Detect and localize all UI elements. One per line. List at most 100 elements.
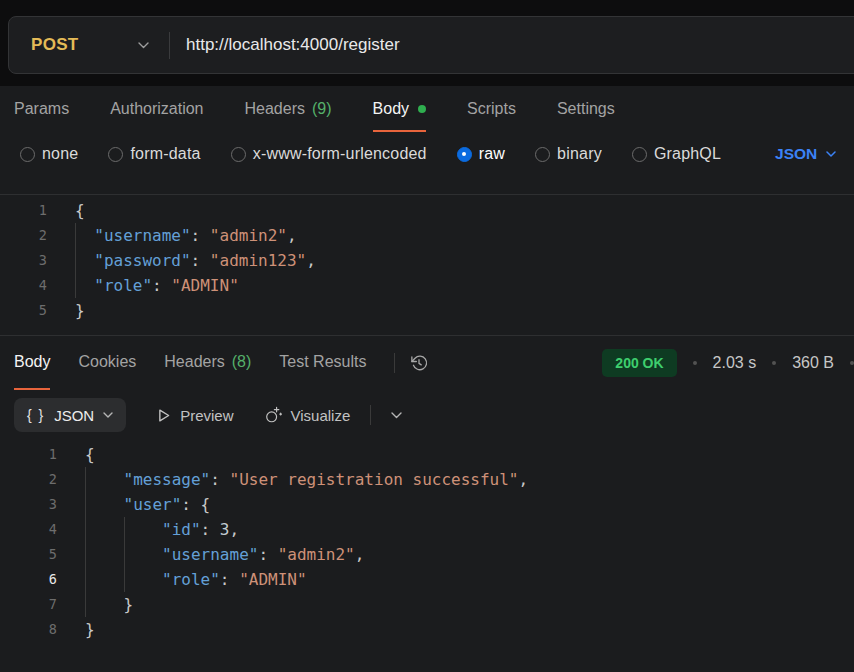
tab-headers[interactable]: Headers(9): [245, 86, 332, 132]
tab-label: Test Results: [279, 353, 366, 371]
code-line: 6"role": "ADMIN": [0, 567, 854, 592]
code-text: }: [57, 592, 133, 617]
toolbar-separator: [370, 405, 371, 425]
indent-guide: [75, 248, 94, 273]
body-mode-graphql[interactable]: GraphQL: [632, 145, 721, 163]
unsaved-dot: [418, 105, 426, 113]
body-mode-options: none form-data x-www-form-urlencoded raw bin…: [0, 132, 854, 176]
play-icon: [156, 408, 171, 423]
url-input[interactable]: [170, 35, 854, 55]
body-mode-label: x-www-form-urlencoded: [253, 145, 427, 163]
tab-cookies[interactable]: Cookies: [78, 336, 136, 390]
radio-icon: [108, 147, 123, 162]
response-time[interactable]: 2.03 s: [713, 354, 757, 372]
indent-guide: [75, 273, 94, 298]
chevron-down-icon: [826, 151, 836, 157]
response-size[interactable]: 360 B: [792, 354, 834, 372]
tab-label: Params: [14, 100, 69, 118]
line-number: 6: [0, 567, 57, 592]
history-icon[interactable]: [410, 354, 428, 372]
status-badge[interactable]: 200 OK: [602, 349, 676, 377]
meta-separator-dot: [850, 361, 854, 365]
body-mode-x-www-form-urlencoded[interactable]: x-www-form-urlencoded: [231, 145, 427, 163]
tab-body[interactable]: Body: [373, 86, 426, 132]
response-view-chevron[interactable]: [391, 412, 402, 419]
code-line: 1{: [0, 198, 854, 223]
code-line: 2"message": "User registration successfu…: [0, 467, 854, 492]
line-number: 3: [0, 492, 57, 517]
visualize-button[interactable]: Visualize: [264, 406, 351, 424]
tab-authorization[interactable]: Authorization: [110, 86, 203, 132]
code-line: 5}: [0, 298, 854, 323]
tab-count: (9): [312, 100, 332, 118]
radio-selected-icon: [457, 147, 472, 162]
tab-label: Authorization: [110, 100, 203, 118]
request-body-editor[interactable]: 1{2"username": "admin2",3"password": "ad…: [0, 195, 854, 335]
body-mode-label: form-data: [130, 145, 200, 163]
tab-label: Cookies: [78, 353, 136, 371]
raw-language-select[interactable]: JSON: [775, 145, 836, 163]
body-mode-form-data[interactable]: form-data: [108, 145, 200, 163]
line-number: 5: [0, 542, 57, 567]
tab-headers[interactable]: Headers (8): [164, 336, 251, 390]
tab-body[interactable]: Body: [14, 336, 50, 390]
indent-guide: [124, 517, 163, 542]
response-format-label: JSON: [54, 407, 94, 424]
body-mode-binary[interactable]: binary: [535, 145, 602, 163]
code-text: {: [47, 198, 85, 223]
code-text: "user": {: [57, 492, 210, 517]
tab-test-results[interactable]: Test Results: [279, 336, 366, 390]
code-text: "username": "admin2",: [47, 223, 297, 248]
indent-guide: [85, 542, 124, 567]
line-number: 3: [0, 248, 47, 273]
code-line: 4"role": "ADMIN": [0, 273, 854, 298]
response-meta: 200 OK 2.03 s 360 B: [602, 336, 854, 390]
line-number: 8: [0, 617, 57, 642]
tab-count: (8): [232, 353, 252, 371]
code-line: 3"password": "admin123",: [0, 248, 854, 273]
code-text: }: [57, 617, 95, 642]
meta-separator-dot: [693, 361, 697, 365]
tab-scripts[interactable]: Scripts: [467, 86, 516, 132]
method-label: POST: [31, 35, 79, 55]
method-selector[interactable]: POST: [9, 35, 169, 55]
body-mode-label: GraphQL: [654, 145, 721, 163]
line-number: 2: [0, 223, 47, 248]
body-mode-none[interactable]: none: [20, 145, 78, 163]
indent-guide: [85, 492, 124, 517]
code-line: 4"id": 3,: [0, 517, 854, 542]
code-text: {: [57, 442, 95, 467]
indent-guide: [85, 517, 124, 542]
radio-icon: [20, 147, 35, 162]
tab-label: Body: [373, 100, 409, 118]
indent-guide: [124, 567, 163, 592]
tab-label: Settings: [557, 100, 615, 118]
braces-icon: { }: [27, 407, 45, 423]
line-number: 4: [0, 517, 57, 542]
tab-settings[interactable]: Settings: [557, 86, 615, 132]
preview-button[interactable]: Preview: [156, 407, 233, 424]
response-body-editor[interactable]: 1{2"message": "User registration success…: [0, 440, 854, 642]
tab-label: Body: [14, 353, 50, 371]
url-bar: POST: [8, 16, 854, 74]
app-root: POST ParamsAuthorizationHeaders(9)BodySc…: [0, 0, 854, 642]
radio-icon: [632, 147, 647, 162]
raw-language-label: JSON: [775, 145, 817, 163]
code-text: "role": "ADMIN": [57, 567, 307, 592]
line-number: 1: [0, 198, 47, 223]
response-tabs-row: Body Cookies Headers (8) Test Results 200 OK…: [0, 336, 854, 390]
chevron-down-icon: [103, 412, 113, 418]
indent-guide: [85, 592, 124, 617]
tab-label: Headers: [164, 353, 224, 371]
preview-label: Preview: [180, 407, 233, 424]
indent-guide: [75, 223, 94, 248]
request-tabs: Params Authorization Headers(9) Body Scripts…: [0, 86, 854, 132]
tab-label: Scripts: [467, 100, 516, 118]
code-line: 8}: [0, 617, 854, 642]
tab-params[interactable]: Params: [14, 86, 69, 132]
code-text: "password": "admin123",: [47, 248, 316, 273]
body-mode-raw[interactable]: raw: [457, 145, 505, 163]
response-format-select[interactable]: { } JSON: [14, 398, 126, 432]
code-line: 1{: [0, 442, 854, 467]
code-line: 2"username": "admin2",: [0, 223, 854, 248]
